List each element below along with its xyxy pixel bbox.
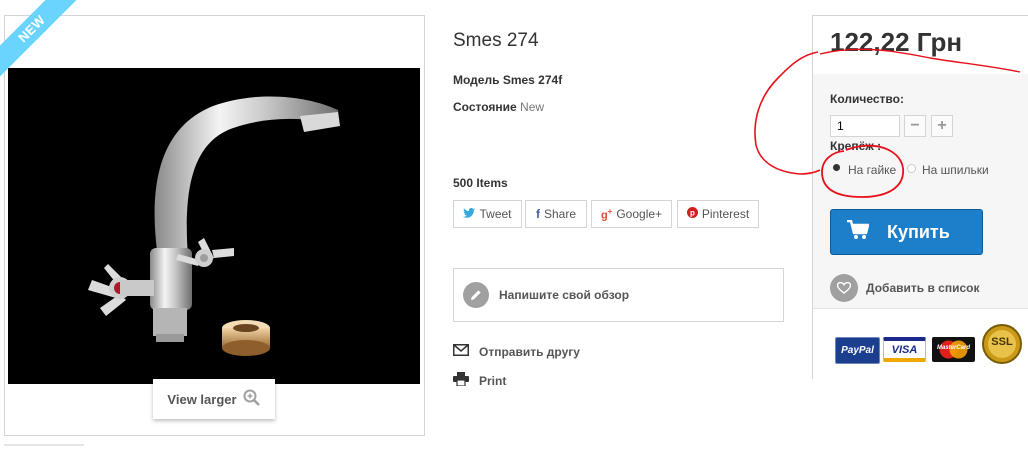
product-model: Модель Smes 274f (453, 73, 562, 87)
view-larger-label: View larger (167, 391, 237, 407)
product-condition: Состояние New (453, 100, 544, 114)
mastercard-label: MasterCard (936, 345, 970, 351)
product-title: Smes 274 (453, 30, 539, 51)
send-to-friend-link[interactable]: Отправить другу (453, 344, 580, 359)
write-review-button[interactable]: Напишите свой обзор (453, 268, 784, 322)
model-value: Smes 274f (502, 73, 563, 87)
new-badge: NEW (0, 0, 80, 80)
wishlist-label: Добавить в список (866, 281, 980, 295)
model-label: Модель (453, 73, 500, 87)
buy-label: Купить (887, 221, 950, 242)
pinterest-button[interactable]: p Pinterest (677, 200, 759, 228)
envelope-icon (453, 344, 469, 359)
facebook-share-button[interactable]: f Share (525, 200, 587, 228)
plus-icon: + (937, 117, 947, 134)
option-radio-stud[interactable] (907, 164, 916, 173)
send-to-friend-label: Отправить другу (479, 344, 580, 359)
pinterest-label: Pinterest (701, 207, 750, 221)
minus-icon: − (910, 117, 920, 134)
printer-icon (453, 372, 469, 389)
condition-label: Состояние (453, 100, 517, 114)
ssl-label: SSL (991, 336, 1013, 348)
share-label: Share (543, 207, 577, 221)
zoom-icon (243, 389, 261, 410)
pencil-icon (463, 282, 489, 308)
quantity-decrease-button[interactable]: − (904, 115, 926, 137)
product-photo[interactable] (8, 68, 420, 384)
condition-value: New (520, 100, 545, 114)
add-to-wishlist-link[interactable]: Добавить в список (830, 274, 979, 302)
mastercard-logo: MasterCard (932, 337, 975, 362)
visa-logo: VISA (883, 337, 926, 362)
tweet-label: Tweet (479, 207, 512, 221)
paypal-logo: PayPal (835, 337, 880, 364)
stock-quantity: 500 Items (453, 176, 508, 190)
view-larger-button[interactable]: View larger (153, 379, 275, 419)
quantity-input[interactable] (830, 115, 900, 137)
pinterest-icon: p (686, 207, 698, 221)
quantity-increase-button[interactable]: + (931, 115, 953, 137)
new-badge-label: NEW (0, 0, 80, 80)
print-link[interactable]: Print (453, 372, 506, 389)
twitter-icon (463, 207, 476, 221)
fixing-label: Крепёж : (830, 139, 882, 153)
svg-text:p: p (690, 209, 695, 218)
option-label-nut[interactable]: На гайке (848, 163, 896, 177)
google-plus-label: Google+ (616, 207, 663, 221)
write-review-label: Напишите свой обзор (499, 288, 630, 302)
tweet-button[interactable]: Tweet (453, 200, 522, 228)
quantity-label: Количество: (830, 92, 904, 106)
add-to-cart-button[interactable]: Купить (830, 209, 983, 255)
heart-icon (830, 274, 858, 302)
google-plus-button[interactable]: g+ Google+ (591, 200, 672, 228)
google-plus-icon: g+ (600, 206, 613, 222)
cart-icon (847, 219, 870, 245)
option-label-stud[interactable]: На шпильки (922, 163, 989, 177)
thumbnail-divider (4, 444, 84, 446)
ssl-seal: SSL (982, 320, 1022, 368)
option-radio-nut[interactable] (833, 164, 840, 171)
product-price: 122,22 Грн (830, 27, 963, 57)
facebook-icon: f (535, 207, 540, 221)
print-label: Print (479, 373, 507, 388)
